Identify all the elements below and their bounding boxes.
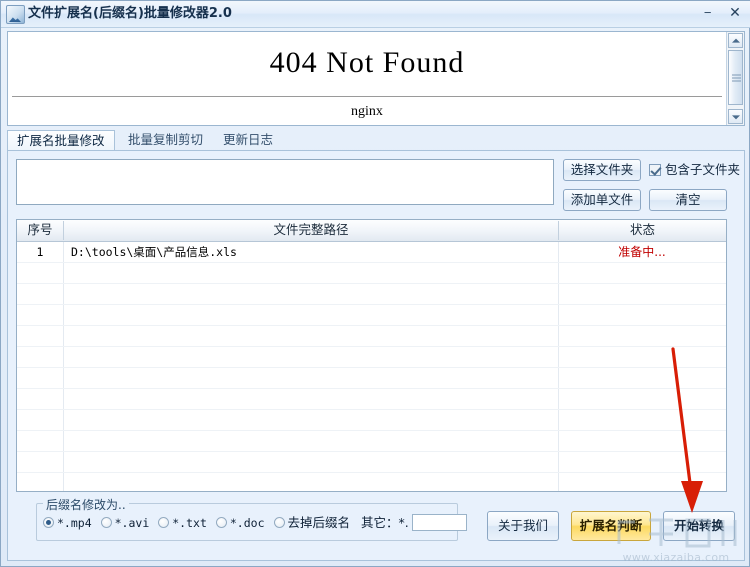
scroll-down-icon[interactable] — [728, 109, 743, 124]
http-server-name: nginx — [351, 104, 383, 119]
http-error-heading: 404 Not Found — [269, 46, 465, 79]
include-subfolders-checkbox[interactable]: 包含子文件夹 — [649, 162, 740, 178]
radio-icon[interactable] — [158, 517, 170, 528]
column-header-path[interactable]: 文件完整路径 — [64, 220, 558, 240]
browser-content: 404 Not Found nginx — [8, 32, 726, 125]
empty-row — [17, 263, 726, 284]
cell-status: 准备中... — [618, 245, 666, 259]
empty-row — [17, 347, 726, 368]
other-extension-label: 其它：*. — [361, 515, 409, 530]
empty-row — [17, 452, 726, 473]
radio-remove-extension[interactable]: 去掉后缀名 — [273, 514, 351, 532]
empty-row — [17, 326, 726, 347]
file-list-grid[interactable]: 序号 文件完整路径 状态 1 D:\tools\桌面\产品信息.xls 准备中.… — [16, 219, 727, 492]
radio-icon[interactable] — [100, 517, 112, 528]
add-single-file-button[interactable]: 添加单文件 — [563, 189, 641, 211]
about-us-button[interactable]: 关于我们 — [487, 511, 559, 541]
radio-doc-label: *.doc — [229, 516, 265, 530]
select-folder-button[interactable]: 选择文件夹 — [563, 159, 641, 181]
column-header-index[interactable]: 序号 — [17, 220, 63, 240]
empty-row — [17, 410, 726, 431]
empty-row — [17, 305, 726, 326]
cell-index: 1 — [36, 245, 44, 259]
checkbox-icon[interactable] — [649, 164, 661, 176]
divider — [12, 96, 722, 97]
application-window: 文件扩展名(后缀名)批量修改器2.0 − ✕ 404 Not Found ngi… — [0, 0, 750, 567]
tab-changelog[interactable]: 更新日志 — [214, 130, 282, 150]
empty-row — [17, 284, 726, 305]
window-controls: − ✕ — [696, 3, 747, 23]
radio-icon[interactable] — [215, 517, 227, 528]
radio-avi-label: *.avi — [114, 516, 150, 530]
radio-remove-extension-label: 去掉后缀名 — [287, 515, 351, 530]
close-button[interactable]: ✕ — [723, 3, 747, 22]
extension-options-group: 后缀名修改为.. *.mp4 *.avi *.txt *.doc 去掉后缀名 其它：*. — [36, 496, 467, 541]
window-title: 文件扩展名(后缀名)批量修改器2.0 — [28, 6, 232, 21]
clear-button[interactable]: 清空 — [649, 189, 727, 211]
group-label: 后缀名修改为.. — [43, 496, 129, 513]
tab-rename-extension[interactable]: 扩展名批量修改 — [7, 130, 115, 150]
radio-icon[interactable] — [43, 517, 54, 528]
grid-body: 1 D:\tools\桌面\产品信息.xls 准备中... — [17, 242, 726, 491]
radio-doc[interactable]: *.doc — [215, 514, 265, 532]
cell-file-path: D:\tools\桌面\产品信息.xls — [71, 245, 237, 259]
tab-strip: 扩展名批量修改 批量复制剪切 更新日志 — [7, 130, 745, 150]
minimize-button[interactable]: − — [696, 3, 720, 22]
include-subfolders-label: 包含子文件夹 — [665, 162, 741, 177]
picture-icon — [6, 5, 25, 24]
radio-mp4[interactable]: *.mp4 — [43, 514, 92, 532]
empty-row — [17, 389, 726, 410]
extension-radio-group: *.mp4 *.avi *.txt *.doc 去掉后缀名 其它：*. — [43, 514, 467, 532]
column-header-status[interactable]: 状态 — [559, 220, 726, 240]
main-panel: 选择文件夹 添加单文件 清空 包含子文件夹 序号 文件完整路径 状态 1 D:\… — [7, 150, 745, 561]
grid-header-row: 序号 文件完整路径 状态 — [17, 220, 726, 242]
radio-txt[interactable]: *.txt — [158, 514, 207, 532]
tab-copy-cut[interactable]: 批量复制剪切 — [119, 130, 212, 150]
embedded-browser-panel: 404 Not Found nginx — [7, 31, 745, 126]
path-input[interactable] — [16, 159, 554, 205]
scrollbar-thumb[interactable] — [728, 50, 743, 105]
radio-icon[interactable] — [273, 517, 285, 528]
scroll-up-icon[interactable] — [728, 33, 743, 48]
judge-extension-button[interactable]: 扩展名判断 — [571, 511, 651, 541]
browser-vertical-scrollbar[interactable] — [726, 32, 744, 125]
radio-avi[interactable]: *.avi — [100, 514, 150, 532]
empty-row — [17, 473, 726, 491]
title-bar: 文件扩展名(后缀名)批量修改器2.0 − ✕ — [1, 1, 750, 28]
empty-row — [17, 368, 726, 389]
radio-txt-label: *.txt — [172, 516, 207, 530]
radio-mp4-label: *.mp4 — [57, 516, 92, 530]
start-convert-button[interactable]: 开始转换 — [663, 511, 735, 541]
other-extension-input[interactable] — [411, 514, 467, 531]
table-row[interactable]: 1 D:\tools\桌面\产品信息.xls 准备中... — [17, 242, 726, 263]
empty-row — [17, 431, 726, 452]
